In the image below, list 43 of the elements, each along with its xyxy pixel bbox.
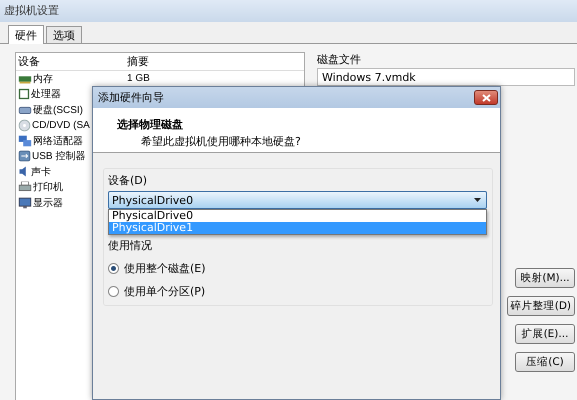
column-header[interactable]: 设备 xyxy=(16,54,127,69)
device-name[interactable]: 硬盘(SCSI) xyxy=(33,102,83,117)
device-name[interactable]: 打印机 xyxy=(33,180,63,194)
device-name[interactable]: 处理器 xyxy=(31,87,61,102)
chip-icon xyxy=(18,88,30,100)
network-icon xyxy=(18,135,32,146)
device-name[interactable]: 显示器 xyxy=(33,196,63,210)
device-name[interactable]: 内存 xyxy=(33,72,53,86)
close-icon xyxy=(482,94,490,102)
group-label: 磁盘文件 xyxy=(317,52,362,67)
wizard-dialog-title: 添加硬件向导 xyxy=(98,90,164,105)
disk-action-button[interactable]: 碎片整理(D) xyxy=(506,296,575,316)
printer-icon xyxy=(18,182,32,193)
disk-action-button[interactable]: 扩展(E)... xyxy=(515,324,575,344)
usb-icon xyxy=(18,150,30,162)
tab[interactable]: 硬件 xyxy=(8,25,44,44)
radio-button[interactable] xyxy=(108,286,119,297)
drive-icon xyxy=(18,105,32,114)
field-label: 设备(D) xyxy=(108,174,148,187)
tab[interactable]: 选项 xyxy=(46,26,82,43)
radio-label[interactable]: 使用整个磁盘(E) xyxy=(124,261,206,276)
memory-icon xyxy=(18,74,32,84)
group-label: 使用情况 xyxy=(108,238,153,253)
disk-file-field[interactable]: Windows 7.vmdk xyxy=(317,68,575,86)
close-button[interactable] xyxy=(474,90,498,105)
device-summary: 1 GB xyxy=(127,73,150,84)
disk-action-button[interactable]: 压缩(C) xyxy=(515,352,575,372)
device-name[interactable]: 声卡 xyxy=(31,164,51,179)
radio-button[interactable] xyxy=(108,263,119,274)
radio-label[interactable]: 使用单个分区(P) xyxy=(124,284,206,299)
device-name[interactable]: CD/DVD (SA xyxy=(32,120,90,131)
monitor-icon xyxy=(18,197,32,208)
disc-icon xyxy=(18,119,30,132)
column-header[interactable]: 摘要 xyxy=(127,54,149,69)
dropdown-option[interactable]: PhysicalDrive0 xyxy=(109,210,486,222)
caret-icon xyxy=(474,198,481,202)
disk-action-button[interactable]: 映射(M)... xyxy=(515,268,575,288)
window-title: 虚拟机设置 xyxy=(0,0,577,22)
device-name[interactable]: 网络适配器 xyxy=(33,134,83,148)
wizard-subtitle: 希望此虚拟机使用哪种本地硬盘? xyxy=(140,134,302,149)
device-name[interactable]: USB 控制器 xyxy=(32,149,86,164)
device-dropdown[interactable]: PhysicalDrive0 xyxy=(108,191,487,209)
wizard-heading: 选择物理磁盘 xyxy=(117,117,184,132)
